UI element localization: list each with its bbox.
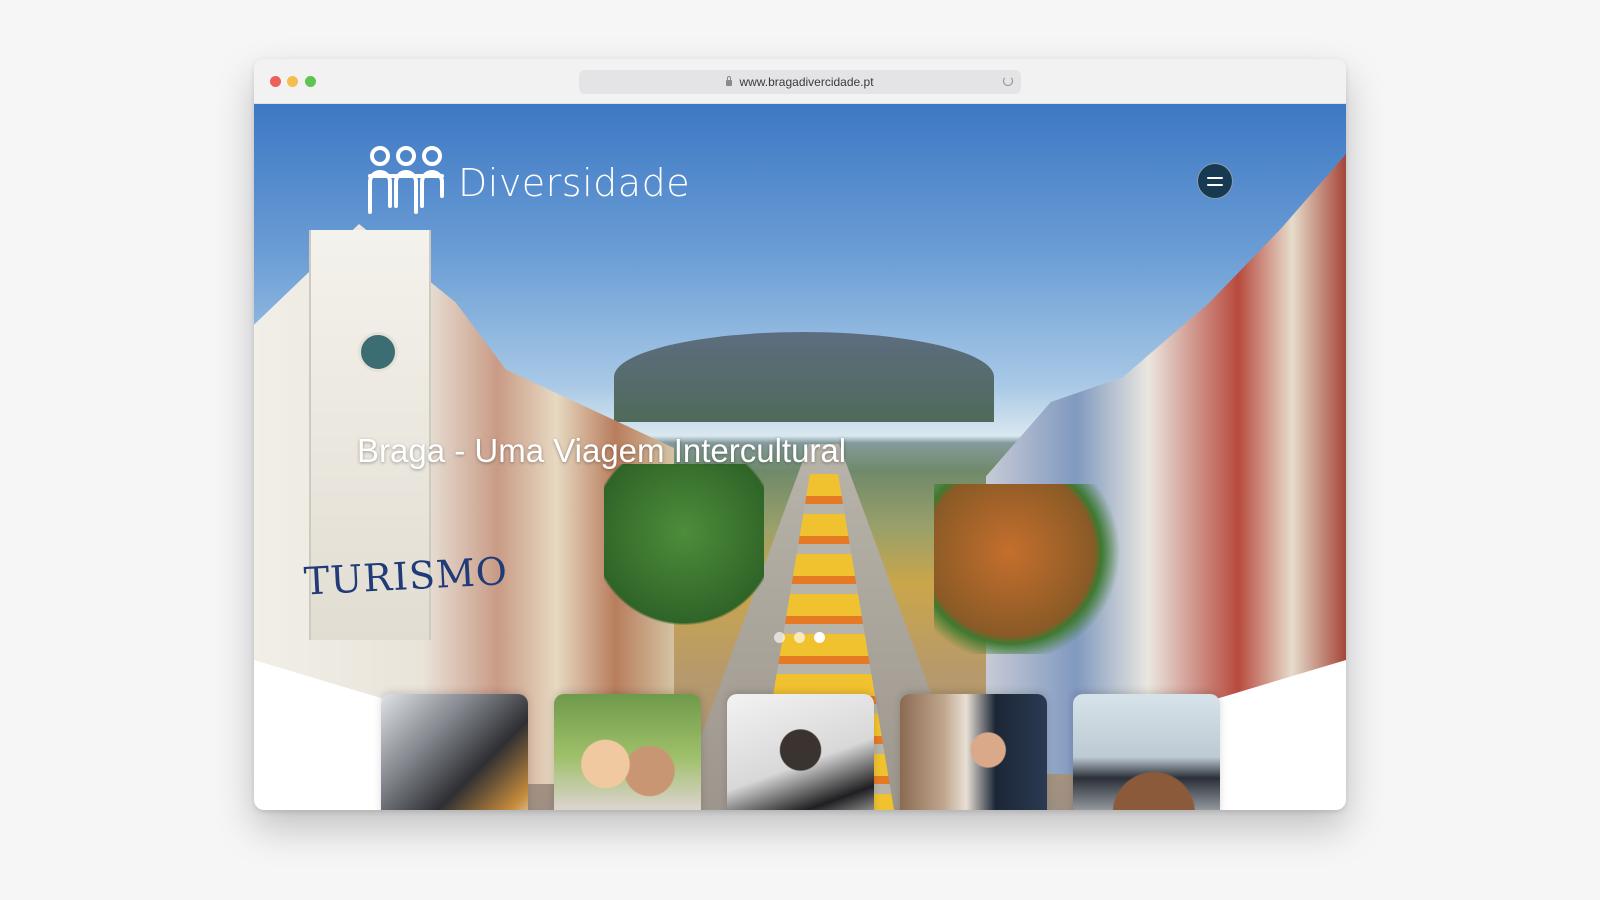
site-logo[interactable]: Diversidade (366, 144, 690, 216)
hamburger-menu-button[interactable] (1197, 163, 1233, 199)
lock-icon (726, 76, 733, 86)
maximize-window-button[interactable] (305, 76, 316, 87)
slider-pagination (774, 632, 825, 643)
clock-icon (358, 332, 398, 372)
slider-dot-1[interactable] (774, 632, 785, 643)
hamburger-line-icon (1207, 183, 1223, 186)
card-woman-computer[interactable] (1073, 694, 1220, 810)
close-window-button[interactable] (270, 76, 281, 87)
people-logo-icon (368, 146, 444, 214)
url-text: www.bragadivercidade.pt (739, 75, 874, 89)
feature-cards (381, 694, 1220, 810)
hero-mountain (614, 332, 994, 422)
logo-text: Diversidade (458, 161, 691, 205)
hero-trees-left (604, 464, 764, 634)
minimize-window-button[interactable] (287, 76, 298, 87)
slider-dot-2[interactable] (794, 632, 805, 643)
hero-trees-right (934, 484, 1124, 654)
desktop-background: www.bragadivercidade.pt TURISMO Diversid… (0, 0, 1600, 900)
card-woman-laptop[interactable] (727, 694, 874, 810)
hamburger-line-icon (1207, 176, 1223, 179)
browser-titlebar: www.bragadivercidade.pt (254, 59, 1346, 104)
card-coffee[interactable] (381, 694, 528, 810)
turismo-sign: TURISMO (302, 549, 510, 604)
browser-window: www.bragadivercidade.pt TURISMO Diversid… (254, 59, 1346, 810)
address-bar[interactable]: www.bragadivercidade.pt (579, 70, 1021, 94)
slider-dot-3[interactable] (814, 632, 825, 643)
reload-icon[interactable] (1003, 76, 1013, 86)
card-man-reading[interactable] (900, 694, 1047, 810)
page-viewport: TURISMO Diversidade Braga - Uma Viagem I… (254, 104, 1346, 810)
card-couple[interactable] (554, 694, 701, 810)
hero-title: Braga - Uma Viagem Intercultural (357, 432, 847, 469)
